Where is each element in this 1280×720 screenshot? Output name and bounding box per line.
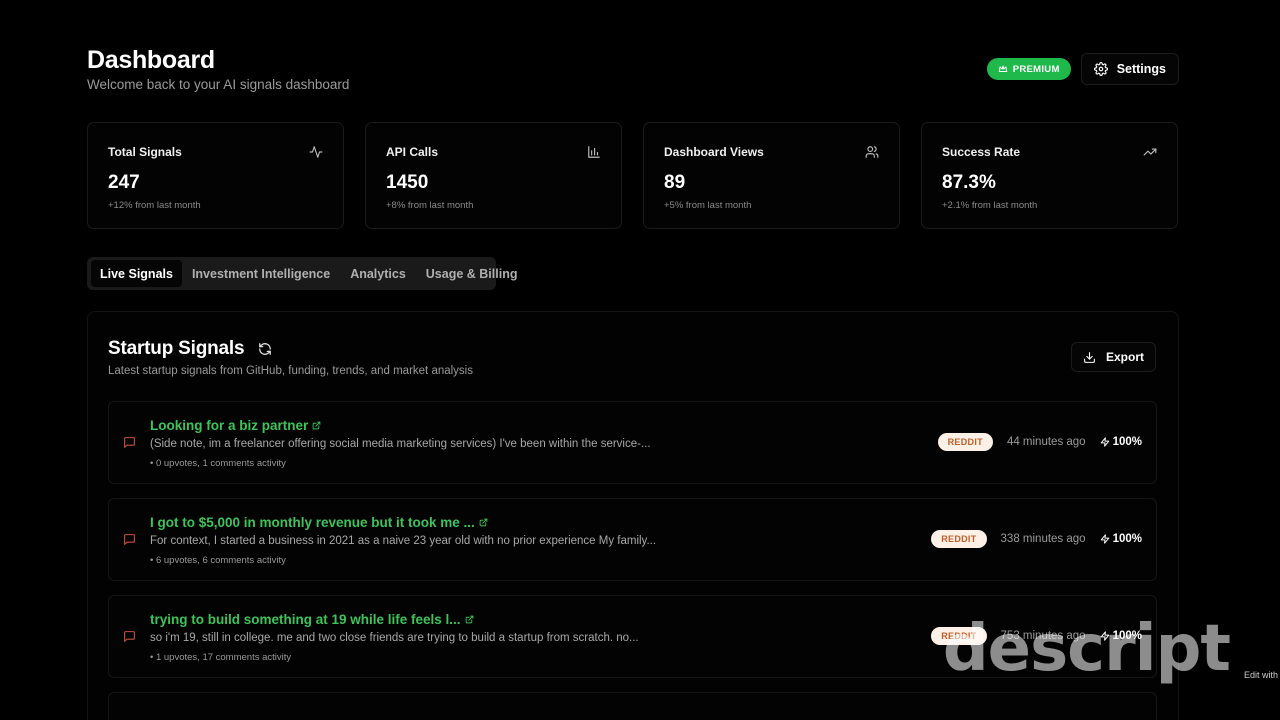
signal-meta: • 0 upvotes, 1 comments activity bbox=[150, 458, 286, 469]
zap-icon bbox=[1100, 437, 1109, 447]
message-square-icon bbox=[124, 534, 135, 545]
signal-item[interactable]: Looking for a biz partner (Side note, im… bbox=[108, 401, 1157, 484]
panel-title-text: Startup Signals bbox=[108, 338, 245, 359]
stat-value: 89 bbox=[664, 172, 686, 193]
users-icon bbox=[865, 146, 879, 158]
stat-value: 1450 bbox=[386, 172, 429, 193]
signal-score-value: 100% bbox=[1112, 533, 1142, 545]
signal-title: trying to build something at 19 while li… bbox=[150, 612, 461, 627]
page-subtitle: Welcome back to your AI signals dashboar… bbox=[87, 77, 350, 92]
zap-icon bbox=[1100, 534, 1109, 544]
stats-row: Total Signals 247 +12% from last month A… bbox=[87, 122, 1179, 229]
header: Dashboard Welcome back to your AI signal… bbox=[87, 40, 1179, 110]
stat-label: Total Signals bbox=[108, 145, 182, 159]
tab-bar: Live Signals Investment Intelligence Ana… bbox=[87, 257, 517, 290]
message-square-icon bbox=[124, 437, 135, 448]
message-square-icon bbox=[124, 631, 135, 642]
source-badge: REDDIT bbox=[931, 530, 987, 548]
refresh-icon[interactable] bbox=[258, 342, 272, 356]
gear-icon bbox=[1093, 62, 1108, 76]
activity-icon bbox=[309, 146, 323, 158]
descript-watermark: descript bbox=[942, 612, 1231, 686]
export-label: Export bbox=[1105, 350, 1144, 364]
premium-badge: PREMIUM bbox=[986, 58, 1071, 80]
stat-card-dashboard-views: Dashboard Views 89 +5% from last month bbox=[643, 122, 900, 229]
stat-value: 247 bbox=[108, 172, 140, 193]
signal-right: REDDIT 338 minutes ago 100% bbox=[931, 530, 1142, 548]
premium-label: PREMIUM bbox=[1012, 63, 1060, 75]
dashboard-page: Dashboard Welcome back to your AI signal… bbox=[87, 40, 1179, 720]
stat-label: API Calls bbox=[386, 145, 439, 159]
stat-change: +5% from last month bbox=[664, 200, 752, 211]
signal-meta: • 6 upvotes, 6 comments activity bbox=[150, 555, 286, 566]
signal-score-value: 100% bbox=[1112, 436, 1142, 448]
signal-title-link[interactable]: trying to build something at 19 while li… bbox=[150, 612, 474, 627]
external-link-icon bbox=[479, 518, 488, 527]
trending-up-icon bbox=[1143, 148, 1157, 156]
signal-title: Looking for a biz partner bbox=[150, 418, 309, 433]
header-actions: PREMIUM Settings bbox=[986, 53, 1179, 85]
signal-time: 338 minutes ago bbox=[1000, 533, 1086, 545]
panel-subtitle: Latest startup signals from GitHub, fund… bbox=[108, 365, 473, 377]
stat-card-api-calls: API Calls 1450 +8% from last month bbox=[365, 122, 622, 229]
stat-change: +12% from last month bbox=[108, 200, 201, 211]
stat-card-total-signals: Total Signals 247 +12% from last month bbox=[87, 122, 344, 229]
export-button[interactable]: Export bbox=[1070, 342, 1156, 372]
signal-title-link[interactable]: I got to $5,000 in monthly revenue but i… bbox=[150, 515, 488, 530]
stat-value: 87.3% bbox=[942, 172, 996, 193]
watermark-edit-text: Edit with bbox=[1243, 670, 1278, 680]
signal-item[interactable]: I got to $5,000 in monthly revenue but i… bbox=[108, 498, 1157, 581]
signal-time: 44 minutes ago bbox=[1006, 436, 1086, 448]
signal-description: so i'm 19, still in college. me and two … bbox=[150, 632, 639, 644]
settings-button[interactable]: Settings bbox=[1080, 53, 1179, 85]
external-link-icon bbox=[312, 421, 321, 430]
stat-label: Success Rate bbox=[942, 145, 1021, 159]
signal-meta: • 1 upvotes, 17 comments activity bbox=[150, 652, 292, 663]
tab-analytics[interactable]: Analytics bbox=[340, 260, 416, 287]
settings-label: Settings bbox=[1116, 62, 1166, 76]
signal-description: For context, I started a business in 202… bbox=[150, 535, 657, 547]
signal-score: 100% bbox=[1100, 533, 1142, 545]
tab-investment-intelligence[interactable]: Investment Intelligence bbox=[182, 260, 340, 287]
signal-item-partial[interactable] bbox=[108, 692, 1157, 720]
stat-label: Dashboard Views bbox=[664, 145, 764, 159]
stat-change: +8% from last month bbox=[386, 200, 474, 211]
panel-title: Startup Signals bbox=[108, 338, 272, 360]
page-title: Dashboard bbox=[87, 46, 215, 74]
signal-title: I got to $5,000 in monthly revenue but i… bbox=[150, 515, 475, 530]
download-icon bbox=[1084, 351, 1095, 363]
source-badge: REDDIT bbox=[937, 433, 993, 451]
signal-description: (Side note, im a freelancer offering soc… bbox=[150, 438, 651, 450]
tab-usage-billing[interactable]: Usage & Billing bbox=[416, 260, 528, 287]
signal-title-link[interactable]: Looking for a biz partner bbox=[150, 418, 321, 433]
stat-card-success-rate: Success Rate 87.3% +2.1% from last month bbox=[921, 122, 1178, 229]
tab-live-signals[interactable]: Live Signals bbox=[91, 260, 182, 287]
bar-chart-icon bbox=[588, 146, 600, 158]
external-link-icon bbox=[465, 615, 473, 624]
signal-score: 100% bbox=[1100, 436, 1142, 448]
signal-right: REDDIT 44 minutes ago 100% bbox=[937, 433, 1142, 451]
crown-icon bbox=[998, 65, 1007, 73]
stat-change: +2.1% from last month bbox=[942, 200, 1038, 211]
